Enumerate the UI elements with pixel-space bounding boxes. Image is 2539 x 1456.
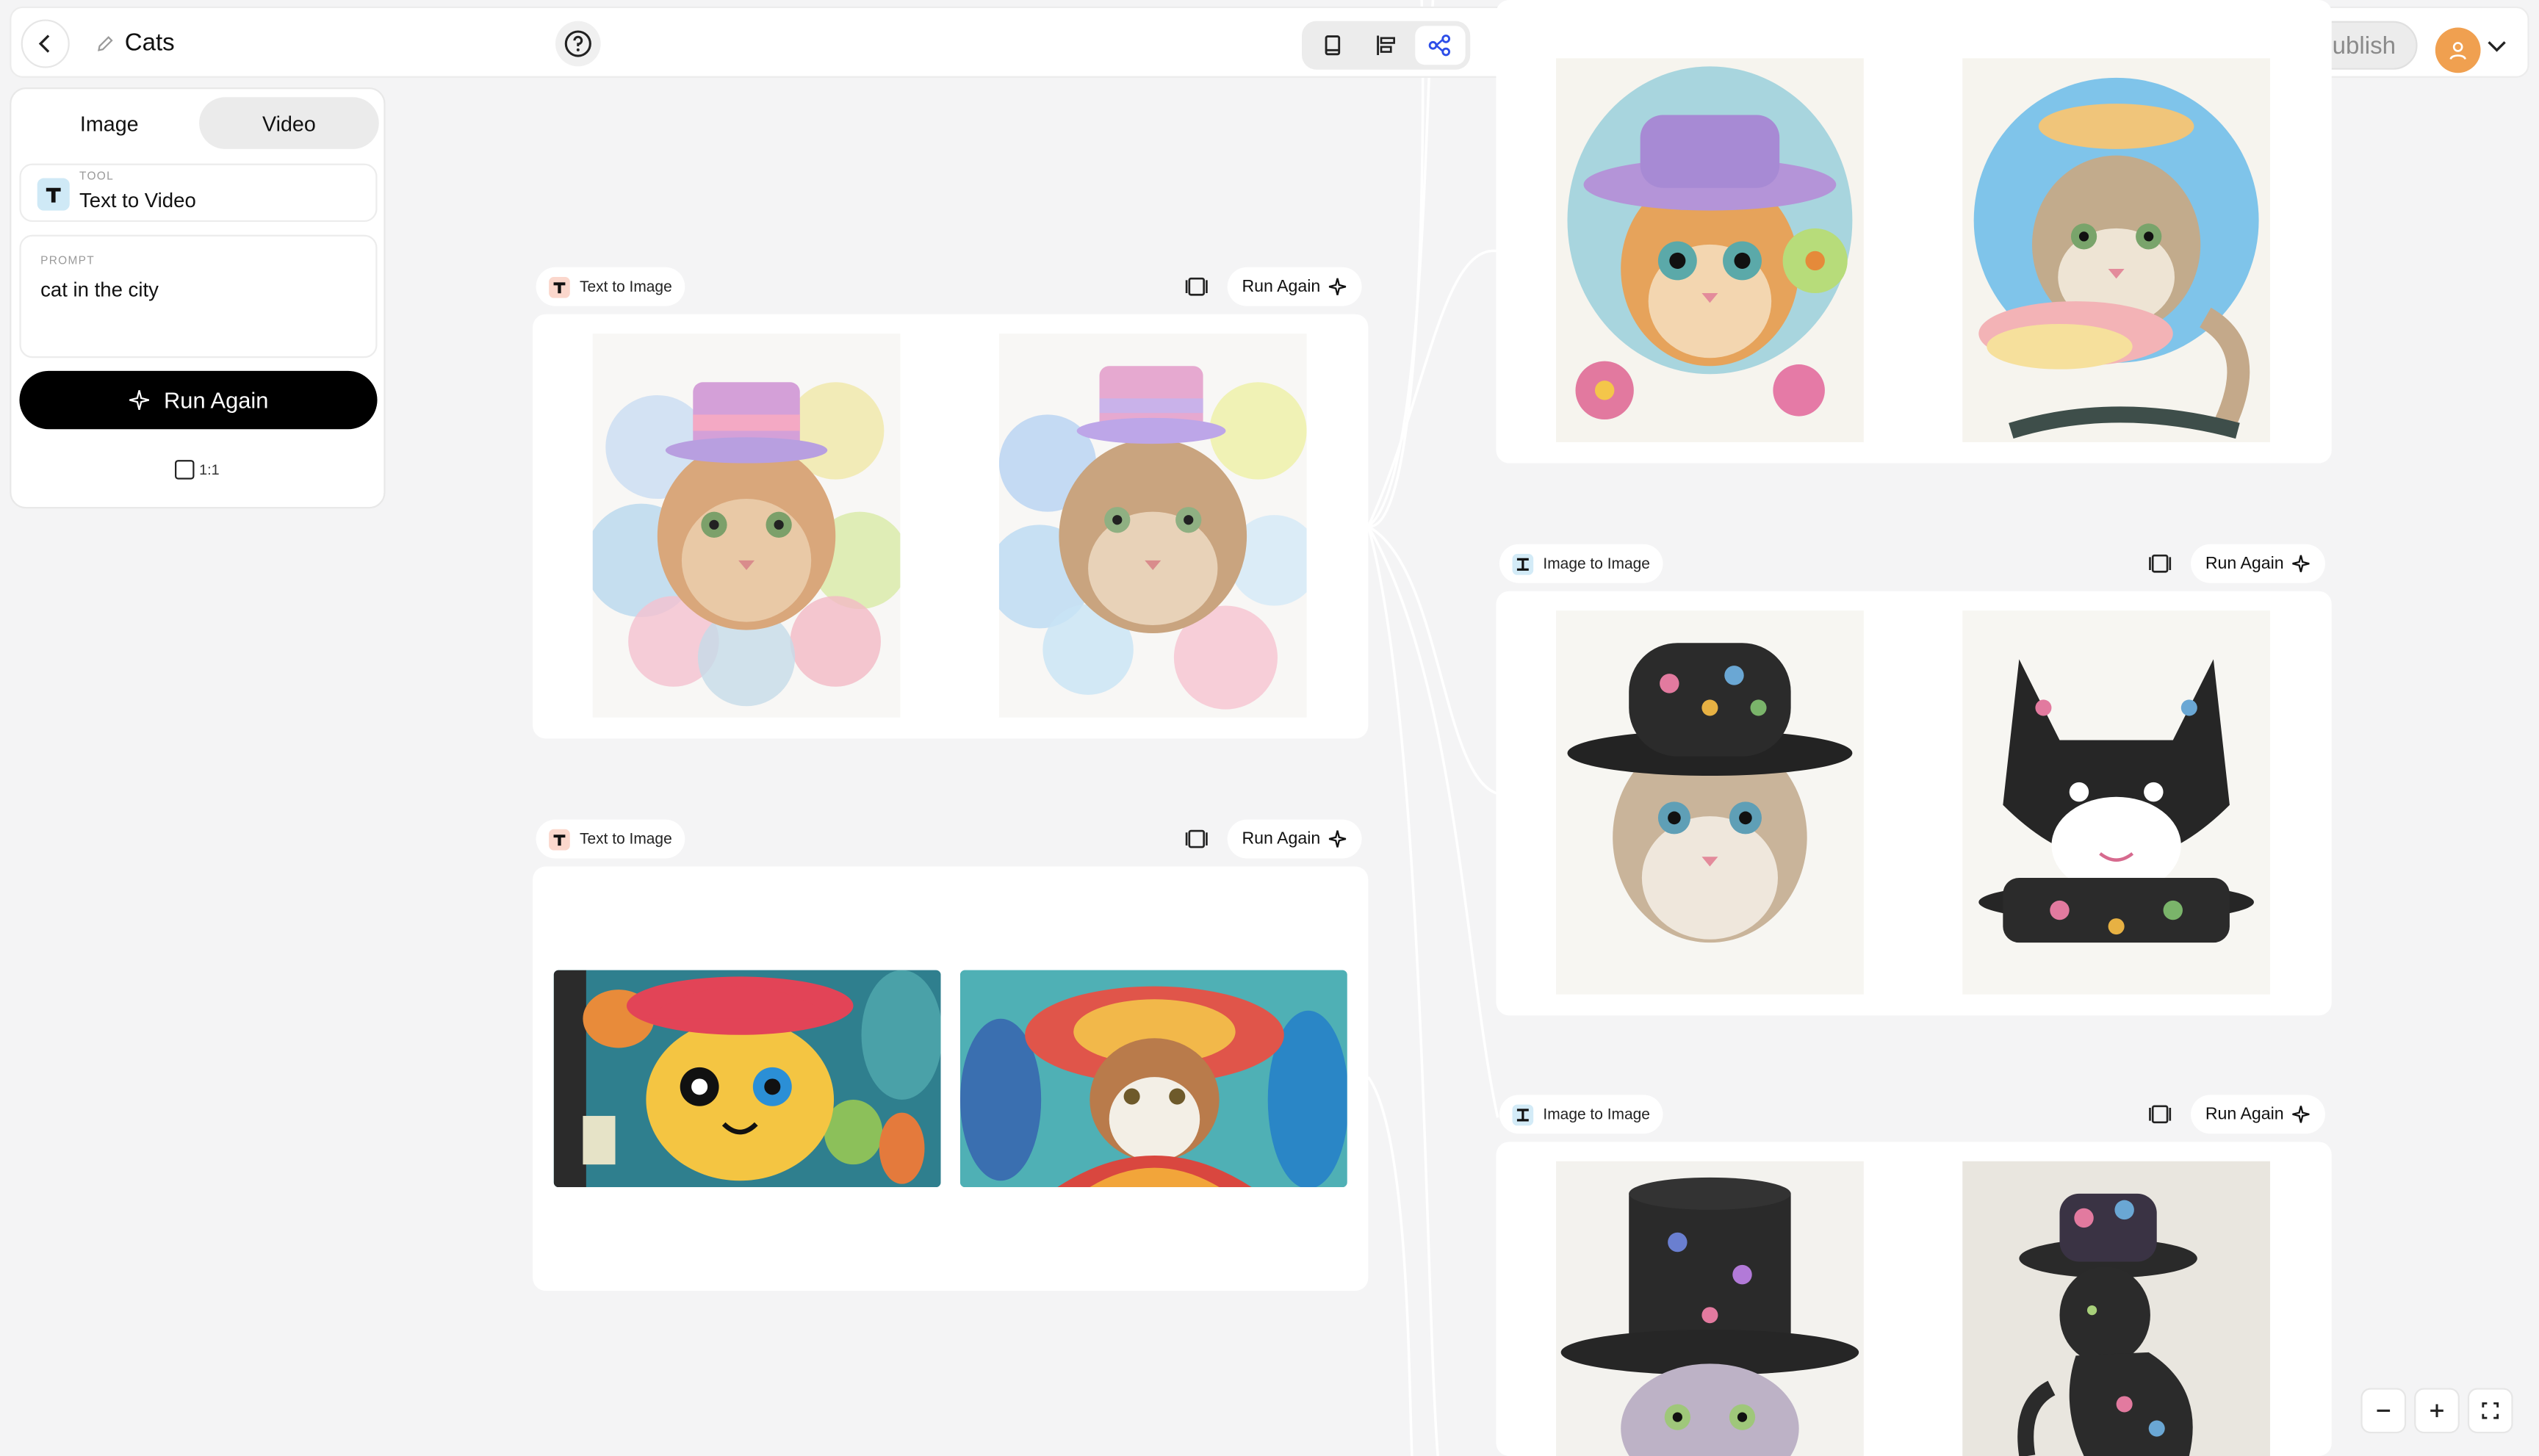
generated-image[interactable] — [1556, 610, 1864, 995]
frame-icon — [2149, 1105, 2172, 1124]
square-icon — [175, 460, 195, 480]
project-title[interactable]: Cats — [96, 29, 175, 57]
node-tool-pill[interactable]: Text to Image — [536, 267, 685, 306]
generated-image[interactable] — [592, 334, 901, 718]
avatar[interactable] — [2435, 27, 2481, 73]
view-document-button[interactable] — [1307, 26, 1358, 65]
generated-image[interactable] — [553, 970, 941, 1188]
tab-image[interactable]: Image — [19, 97, 199, 149]
run-again-button[interactable]: Run Again — [19, 370, 378, 430]
image-tool-icon — [1512, 552, 1534, 574]
aspect-ratio-value: 1:1 — [199, 461, 220, 478]
node-tool-label: Text to Image — [580, 829, 672, 848]
generated-image[interactable] — [1962, 610, 2271, 995]
sparkle-icon — [1329, 830, 1347, 848]
generated-image[interactable] — [959, 970, 1347, 1188]
sparkle-icon — [2293, 555, 2311, 572]
prompt-label: PROMPT — [40, 256, 96, 267]
node-tool-label: Image to Image — [1543, 1105, 1650, 1123]
tool-label: TOOL — [79, 171, 115, 184]
help-button[interactable] — [555, 21, 601, 67]
minus-icon — [2377, 1409, 2391, 1412]
chevron-left-icon — [38, 35, 50, 53]
tab-video[interactable]: Video — [199, 97, 379, 149]
node-tool-label: Text to Image — [580, 278, 672, 296]
timeline-icon — [1377, 35, 1395, 55]
frame-button[interactable] — [2142, 1097, 2178, 1133]
text-tool-icon — [549, 275, 570, 298]
node-tool-pill[interactable]: Image to Image — [1499, 1095, 1663, 1134]
text-tool-icon — [549, 828, 570, 850]
graph-nodes-icon — [1429, 35, 1451, 57]
fit-view-icon — [2482, 1402, 2499, 1419]
generated-image[interactable] — [1962, 1161, 2271, 1456]
zoom-in-button[interactable] — [2414, 1388, 2460, 1434]
help-icon — [564, 30, 591, 57]
node-tool-pill[interactable]: Text to Image — [536, 819, 685, 859]
output-card — [1496, 1142, 2332, 1456]
frame-icon — [2149, 554, 2172, 573]
sparkle-icon — [1329, 278, 1347, 295]
frame-button[interactable] — [2142, 546, 2178, 582]
node-run-again-label: Run Again — [1242, 829, 1321, 849]
account-menu-button[interactable] — [2479, 27, 2514, 63]
frame-icon — [1185, 277, 1208, 296]
view-mode-toggle — [1302, 21, 1471, 70]
frame-button[interactable] — [1179, 821, 1214, 857]
document-icon — [1324, 35, 1340, 56]
node-run-again-label: Run Again — [2205, 554, 2284, 574]
aspect-ratio-selector[interactable]: 1:1 — [175, 460, 220, 480]
output-card — [1496, 591, 2332, 1016]
node-run-again-button[interactable]: Run Again — [2191, 1095, 2326, 1134]
sparkle-icon — [129, 390, 150, 411]
offscreen-node-header — [1499, 0, 2325, 7]
generated-image[interactable] — [1962, 58, 2271, 442]
node-run-again-label: Run Again — [2205, 1104, 2284, 1125]
output-card — [533, 314, 1369, 739]
user-icon — [2449, 42, 2466, 60]
plus-icon — [2430, 1404, 2443, 1418]
back-button[interactable] — [21, 19, 70, 68]
generation-panel: Image Video TOOL Text to Video PROMPT ca… — [10, 87, 386, 509]
text-tool-icon — [37, 178, 70, 211]
project-title-text: Cats — [124, 29, 175, 57]
view-timeline-button[interactable] — [1361, 26, 1411, 65]
run-again-label: Run Again — [164, 386, 269, 414]
node-run-again-button[interactable]: Run Again — [1227, 819, 1363, 859]
prompt-field[interactable]: PROMPT cat in the city — [19, 234, 378, 358]
frame-button[interactable] — [1179, 269, 1214, 305]
view-graph-button[interactable] — [1414, 26, 1466, 65]
zoom-out-button[interactable] — [2360, 1388, 2407, 1434]
image-tool-icon — [1512, 1103, 1534, 1125]
generated-image[interactable] — [998, 334, 1307, 718]
output-card — [1496, 0, 2332, 464]
fit-view-button[interactable] — [2467, 1388, 2513, 1434]
output-card — [533, 866, 1369, 1291]
node-run-again-label: Run Again — [1242, 277, 1321, 297]
node-tool-pill[interactable]: Image to Image — [1499, 544, 1663, 583]
tool-selector[interactable]: TOOL Text to Video — [19, 163, 378, 223]
chevron-down-icon — [2488, 41, 2506, 52]
pencil-icon — [98, 35, 113, 51]
sparkle-icon — [2293, 1106, 2311, 1123]
node-tool-label: Image to Image — [1543, 555, 1650, 573]
generated-image[interactable] — [1556, 1161, 1864, 1456]
frame-icon — [1185, 829, 1208, 848]
media-type-tabs: Image Video — [19, 97, 379, 149]
node-run-again-button[interactable]: Run Again — [2191, 544, 2326, 583]
generated-image[interactable] — [1556, 58, 1864, 442]
prompt-input[interactable]: cat in the city — [40, 278, 159, 301]
node-run-again-button[interactable]: Run Again — [1227, 267, 1363, 306]
tool-value: Text to Video — [79, 189, 196, 212]
